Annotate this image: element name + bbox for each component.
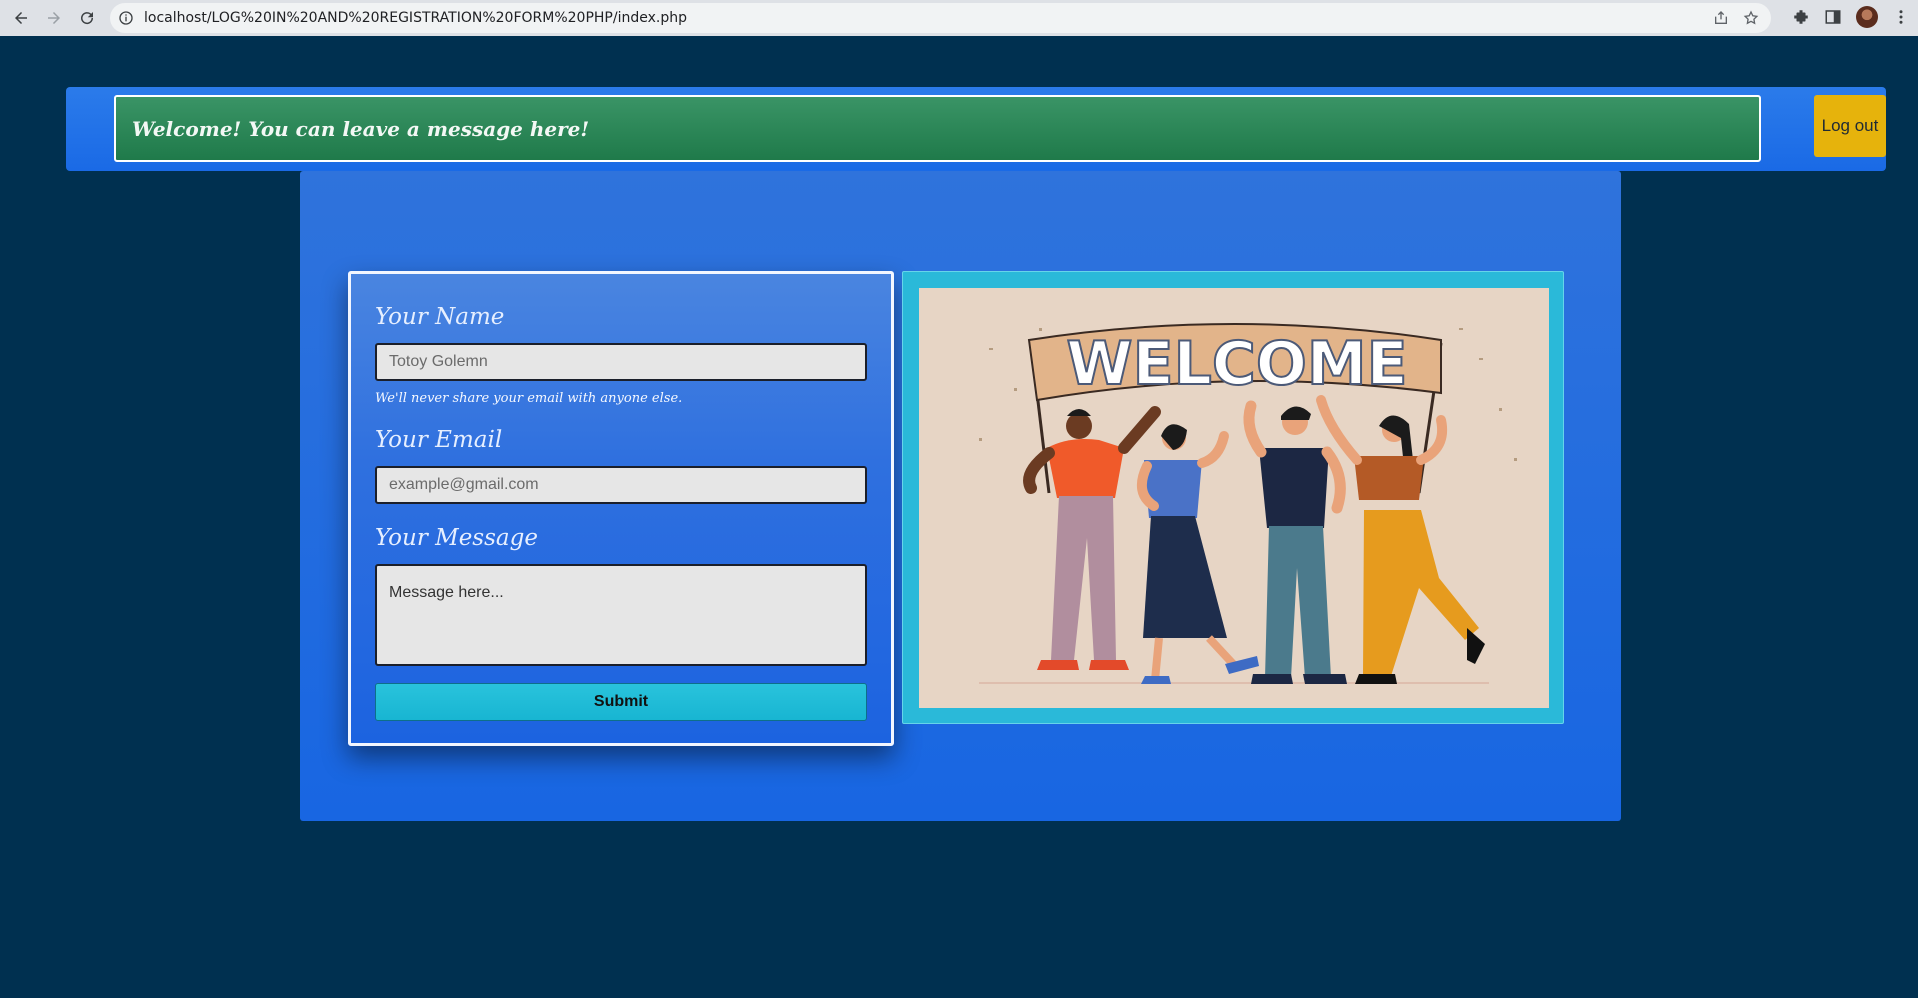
logout-button[interactable]: Log out: [1814, 95, 1886, 157]
extensions-icon[interactable]: [1792, 8, 1810, 26]
back-icon[interactable]: [9, 6, 33, 30]
message-form: Your Name We'll never share your email w…: [348, 271, 894, 746]
address-bar[interactable]: localhost/LOG%20IN%20AND%20REGISTRATION%…: [110, 3, 1771, 33]
message-textarea[interactable]: [375, 564, 867, 666]
email-input[interactable]: [375, 466, 867, 504]
welcome-image-frame: WELCOME: [902, 271, 1564, 724]
forward-icon[interactable]: [42, 6, 66, 30]
bookmark-star-icon[interactable]: [1743, 10, 1759, 26]
profile-avatar[interactable]: [1856, 6, 1878, 28]
submit-button[interactable]: Submit: [375, 683, 867, 721]
person-1-figure: [1023, 406, 1161, 670]
privacy-hint: We'll never share your email with anyone…: [375, 391, 683, 406]
name-input[interactable]: [375, 343, 867, 381]
message-label: Your Message: [375, 525, 538, 551]
person-2-figure: [1136, 424, 1259, 684]
banner-welcome-text: WELCOME: [1066, 329, 1407, 399]
reload-icon[interactable]: [75, 6, 99, 30]
share-icon[interactable]: [1713, 10, 1729, 26]
browser-toolbar: localhost/LOG%20IN%20AND%20REGISTRATION%…: [0, 0, 1918, 36]
welcome-message: Welcome! You can leave a message here!: [132, 116, 590, 141]
name-label: Your Name: [375, 304, 505, 330]
site-info-icon[interactable]: [118, 10, 134, 26]
url-text: localhost/LOG%20IN%20AND%20REGISTRATION%…: [144, 10, 687, 26]
person-3-figure: [1243, 400, 1347, 684]
side-panel-icon[interactable]: [1824, 8, 1842, 26]
kebab-menu-icon[interactable]: [1892, 8, 1910, 26]
welcome-alert: Welcome! You can leave a message here!: [114, 95, 1761, 162]
email-label: Your Email: [375, 427, 503, 453]
welcome-illustration: WELCOME: [919, 288, 1549, 708]
top-banner: Welcome! You can leave a message here! L…: [66, 87, 1886, 171]
person-4-figure: [1316, 395, 1485, 684]
